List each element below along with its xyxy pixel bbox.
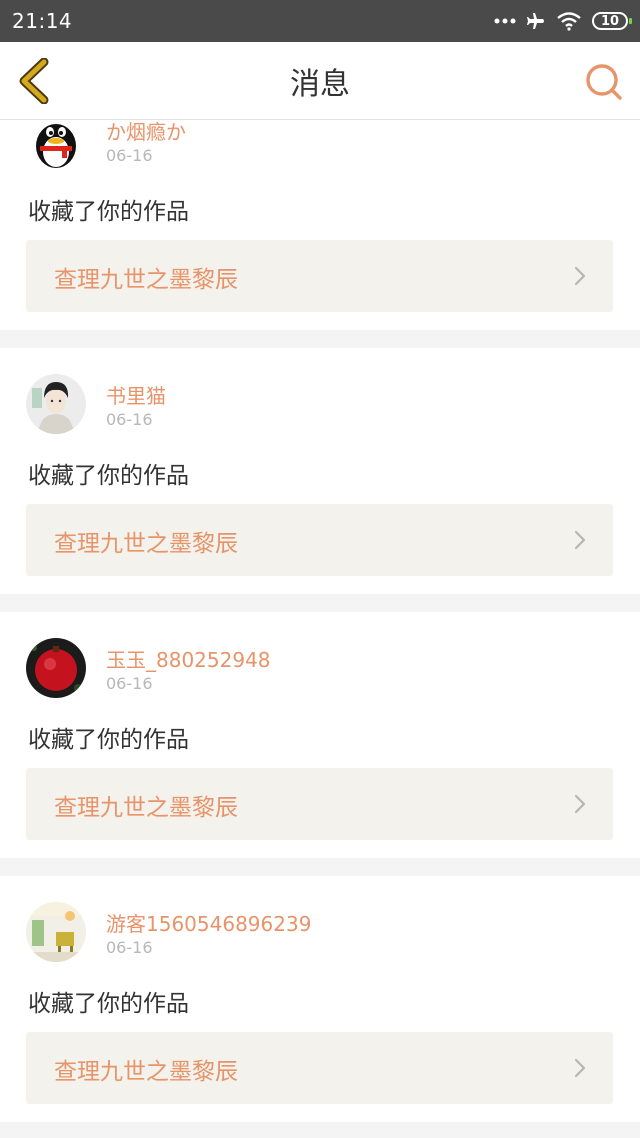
more-dots-icon [494, 18, 516, 24]
work-link[interactable]: 查理九世之墨黎辰 [26, 504, 613, 576]
back-arrow-icon [19, 57, 49, 105]
boy-avatar-icon [26, 374, 86, 434]
work-title: 查理九世之墨黎辰 [54, 1059, 238, 1085]
back-button[interactable] [14, 57, 54, 105]
username[interactable]: 游客1560546896239 [106, 908, 311, 937]
status-time: 21:14 [12, 9, 73, 33]
search-button[interactable] [584, 62, 624, 102]
work-link[interactable]: 查理九世之墨黎辰 [26, 768, 613, 840]
action-text: 收藏了你的作品 [28, 463, 189, 489]
chevron-right-icon [574, 266, 586, 286]
list-item: 游客1560546896239 06-16 收藏了你的作品 查理九世之墨黎辰 [0, 876, 640, 1122]
message-date: 06-16 [106, 410, 153, 429]
search-icon [586, 64, 622, 100]
page-title: 消息 [290, 66, 350, 102]
chevron-right-icon [574, 794, 586, 814]
work-link[interactable]: 查理九世之墨黎辰 [26, 240, 613, 312]
avatar[interactable] [26, 120, 86, 170]
status-icons: 10 [494, 11, 632, 31]
avatar[interactable] [26, 902, 86, 962]
work-link[interactable]: 查理九世之墨黎辰 [26, 1032, 613, 1104]
airplane-icon [526, 11, 546, 31]
username[interactable]: 书里猫 [106, 380, 166, 409]
list-item: 玉玉_880252948 06-16 收藏了你的作品 查理九世之墨黎辰 [0, 612, 640, 858]
action-text: 收藏了你的作品 [28, 199, 189, 225]
wifi-icon [556, 11, 582, 31]
pomegranate-avatar-icon [26, 638, 86, 698]
chevron-right-icon [574, 530, 586, 550]
message-date: 06-16 [106, 146, 153, 165]
work-title: 查理九世之墨黎辰 [54, 795, 238, 821]
message-date: 06-16 [106, 938, 153, 957]
action-text: 收藏了你的作品 [28, 727, 189, 753]
battery-icon: 10 [592, 12, 632, 30]
username[interactable]: か烟瘾か [106, 120, 186, 145]
chevron-right-icon [574, 1058, 586, 1078]
penguin-avatar-icon [26, 120, 86, 170]
action-text: 收藏了你的作品 [28, 991, 189, 1017]
message-list[interactable]: か烟瘾か 06-16 收藏了你的作品 查理九世之墨黎辰 书里猫 06-16 收藏… [0, 120, 640, 1138]
avatar[interactable] [26, 638, 86, 698]
avatar[interactable] [26, 374, 86, 434]
room-avatar-icon [26, 902, 86, 962]
message-date: 06-16 [106, 674, 153, 693]
list-item: 书里猫 06-16 收藏了你的作品 查理九世之墨黎辰 [0, 348, 640, 594]
top-nav-bar: 消息 [0, 42, 640, 120]
work-title: 查理九世之墨黎辰 [54, 267, 238, 293]
status-bar: 21:14 10 [0, 0, 640, 42]
username[interactable]: 玉玉_880252948 [106, 644, 271, 673]
work-title: 查理九世之墨黎辰 [54, 531, 238, 557]
list-item: か烟瘾か 06-16 收藏了你的作品 查理九世之墨黎辰 [0, 120, 640, 330]
